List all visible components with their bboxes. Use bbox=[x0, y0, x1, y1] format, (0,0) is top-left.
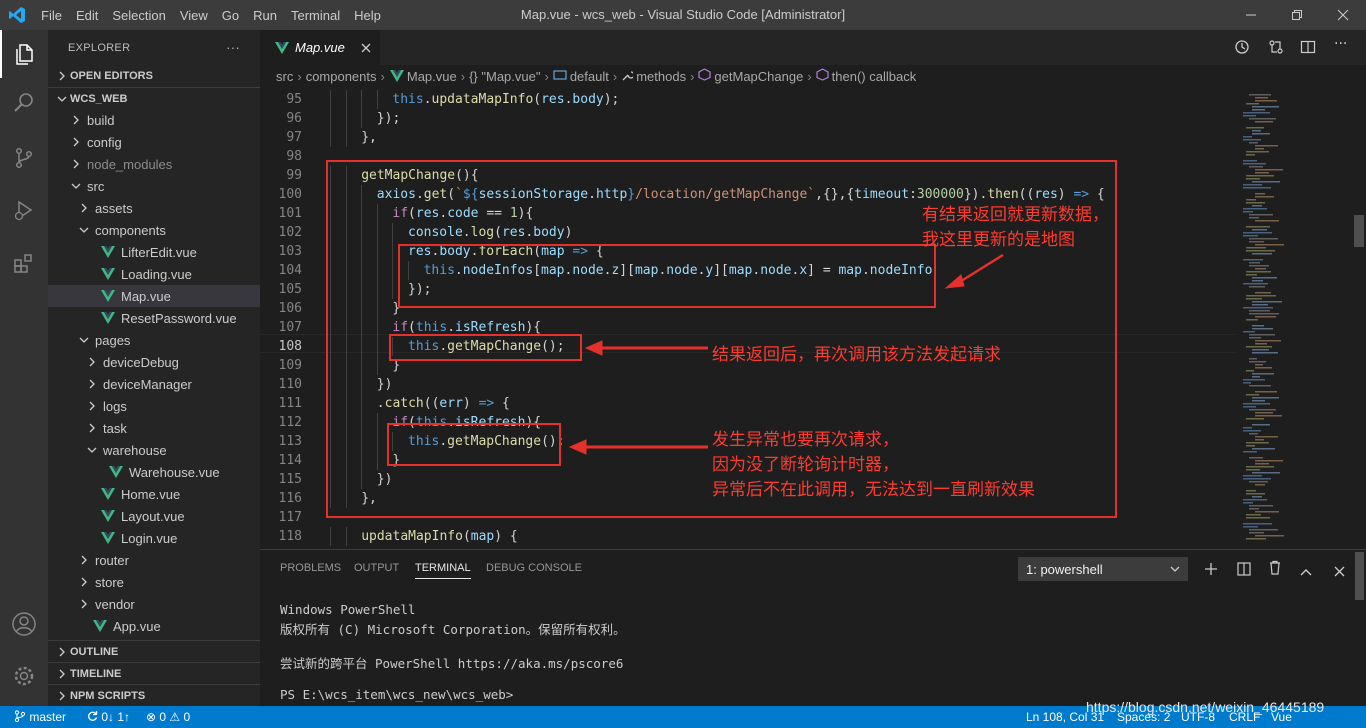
editor-scrollbar[interactable] bbox=[1352, 87, 1366, 549]
chevron-down-icon bbox=[1170, 562, 1180, 577]
tab-terminal[interactable]: TERMINAL bbox=[415, 562, 471, 579]
tab-output[interactable]: OUTPUT bbox=[354, 562, 399, 574]
split-terminal-icon[interactable] bbox=[1237, 561, 1251, 580]
trash-icon[interactable] bbox=[1268, 560, 1282, 579]
minimap[interactable] bbox=[1235, 87, 1350, 549]
terminal-select[interactable]: 1: powershell bbox=[1018, 557, 1188, 581]
branch-icon bbox=[14, 710, 26, 723]
terminal-line: Windows PowerShell bbox=[280, 602, 416, 617]
annotation-note-recall: 结果返回后，再次调用该方法发起请求 bbox=[712, 345, 1001, 365]
annotation-note-update: 有结果返回就更新数据， 我这里更新的是地图 bbox=[922, 205, 1109, 250]
maximize-panel-icon[interactable] bbox=[1300, 562, 1312, 581]
watermark: https://blog.csdn.net/weixin_46445189 bbox=[1086, 699, 1325, 715]
bottom-panel: PROBLEMS OUTPUT TERMINAL DEBUG CONSOLE 1… bbox=[260, 549, 1366, 706]
new-terminal-icon[interactable] bbox=[1204, 561, 1218, 580]
close-panel-icon[interactable] bbox=[1334, 562, 1345, 581]
git-branch[interactable]: master bbox=[14, 710, 66, 724]
annotation-note-catch: 发生异常也要再次请求， 因为没了断轮询计时器， 异常后不在此调用，无法达到一直刷… bbox=[712, 430, 1035, 500]
terminal-line: 尝试新的跨平台 PowerShell https://aka.ms/pscore… bbox=[280, 656, 624, 671]
terminal-line: 版权所有 (C) Microsoft Corporation。保留所有权利。 bbox=[280, 622, 626, 637]
terminal-scrollbar[interactable] bbox=[1352, 550, 1366, 707]
sync-status[interactable]: 0↓ 1↑ bbox=[86, 710, 130, 724]
tab-problems[interactable]: PROBLEMS bbox=[280, 562, 341, 574]
tab-debug-console[interactable]: DEBUG CONSOLE bbox=[486, 562, 582, 574]
sync-icon bbox=[88, 711, 98, 721]
problems-status[interactable]: ⊗ 0 ⚠ 0 bbox=[146, 710, 190, 724]
terminal-select-value: 1: powershell bbox=[1026, 561, 1103, 577]
terminal-line: PS E:\wcs_item\wcs_new\wcs_web> bbox=[280, 687, 514, 702]
